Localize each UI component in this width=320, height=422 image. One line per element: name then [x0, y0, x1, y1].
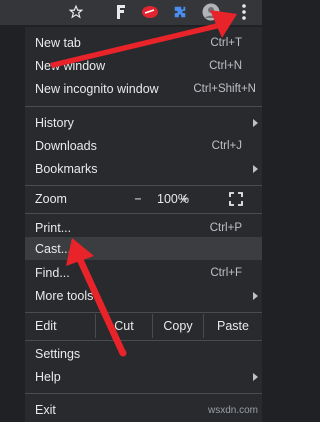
cut-button[interactable]: Cut — [96, 315, 152, 337]
menu-item-settings[interactable]: Settings — [25, 344, 262, 364]
menu-item-bookmarks[interactable]: Bookmarks — [25, 159, 262, 179]
zoom-out-button[interactable]: − — [127, 188, 149, 210]
submenu-arrow-icon — [253, 165, 258, 173]
menu-separator — [25, 213, 262, 214]
paste-button[interactable]: Paste — [204, 315, 262, 337]
browser-window: New tab Ctrl+T New window Ctrl+N New inc… — [0, 0, 262, 422]
menu-item-more-tools[interactable]: More tools — [25, 286, 262, 306]
menu-item-label: Settings — [35, 347, 81, 361]
menu-item-shortcut: Ctrl+P — [209, 222, 242, 234]
profile-avatar-icon[interactable] — [200, 3, 222, 21]
menu-item-label: Find... — [35, 266, 70, 280]
submenu-arrow-icon — [253, 292, 258, 300]
bookmark-star-icon[interactable] — [68, 3, 84, 21]
menu-item-label: Print... — [35, 221, 72, 235]
menu-item-new-incognito-window[interactable]: New incognito window Ctrl+Shift+N — [25, 79, 262, 99]
menu-item-shortcut: Ctrl+F — [210, 267, 242, 279]
extensions-puzzle-icon[interactable] — [172, 3, 188, 21]
menu-item-shortcut: Ctrl+N — [209, 60, 242, 72]
menu-item-label: More tools — [35, 289, 94, 303]
menu-item-label: Cast... — [35, 241, 72, 256]
menu-item-cast[interactable]: Cast... — [25, 237, 262, 260]
menu-item-shortcut: Ctrl+J — [211, 140, 242, 152]
submenu-arrow-icon — [253, 119, 258, 127]
browser-toolbar — [0, 0, 262, 25]
edit-label: Edit — [35, 319, 57, 333]
menu-separator — [25, 185, 262, 186]
fullscreen-button[interactable] — [223, 188, 249, 210]
menu-item-new-tab[interactable]: New tab Ctrl+T — [25, 33, 262, 53]
menu-item-label: Exit — [35, 403, 56, 417]
menu-separator — [25, 106, 262, 107]
menu-item-shortcut: Ctrl+Shift+N — [193, 83, 256, 95]
menu-item-label: New incognito window — [35, 82, 159, 96]
menu-item-help[interactable]: Help — [25, 367, 262, 387]
extension-red-icon[interactable] — [140, 3, 160, 21]
submenu-arrow-icon — [253, 373, 258, 381]
zoom-in-button[interactable]: + — [173, 188, 195, 210]
menu-item-print[interactable]: Print... Ctrl+P — [25, 218, 262, 238]
menu-item-shortcut: Ctrl+T — [210, 37, 242, 49]
menu-item-label: New tab — [35, 36, 81, 50]
chrome-menu-kebab-icon[interactable] — [238, 3, 250, 21]
menu-item-new-window[interactable]: New window Ctrl+N — [25, 56, 262, 76]
menu-item-find[interactable]: Find... Ctrl+F — [25, 263, 262, 283]
extension-f-icon[interactable] — [114, 3, 128, 21]
menu-item-label: Help — [35, 370, 61, 384]
menu-item-downloads[interactable]: Downloads Ctrl+J — [25, 136, 262, 156]
menu-separator — [25, 312, 262, 313]
menu-item-label: Downloads — [35, 139, 97, 153]
menu-item-label: History — [35, 116, 74, 130]
fullscreen-icon — [229, 192, 243, 206]
zoom-label: Zoom — [35, 192, 67, 206]
watermark: wsxdn.com — [207, 405, 258, 416]
chrome-menu: New tab Ctrl+T New window Ctrl+N New inc… — [25, 27, 262, 422]
menu-separator — [25, 393, 262, 394]
menu-item-history[interactable]: History — [25, 113, 262, 133]
menu-item-label: Bookmarks — [35, 162, 98, 176]
menu-item-label: New window — [35, 59, 106, 73]
copy-button[interactable]: Copy — [153, 315, 203, 337]
menu-separator — [25, 340, 262, 341]
